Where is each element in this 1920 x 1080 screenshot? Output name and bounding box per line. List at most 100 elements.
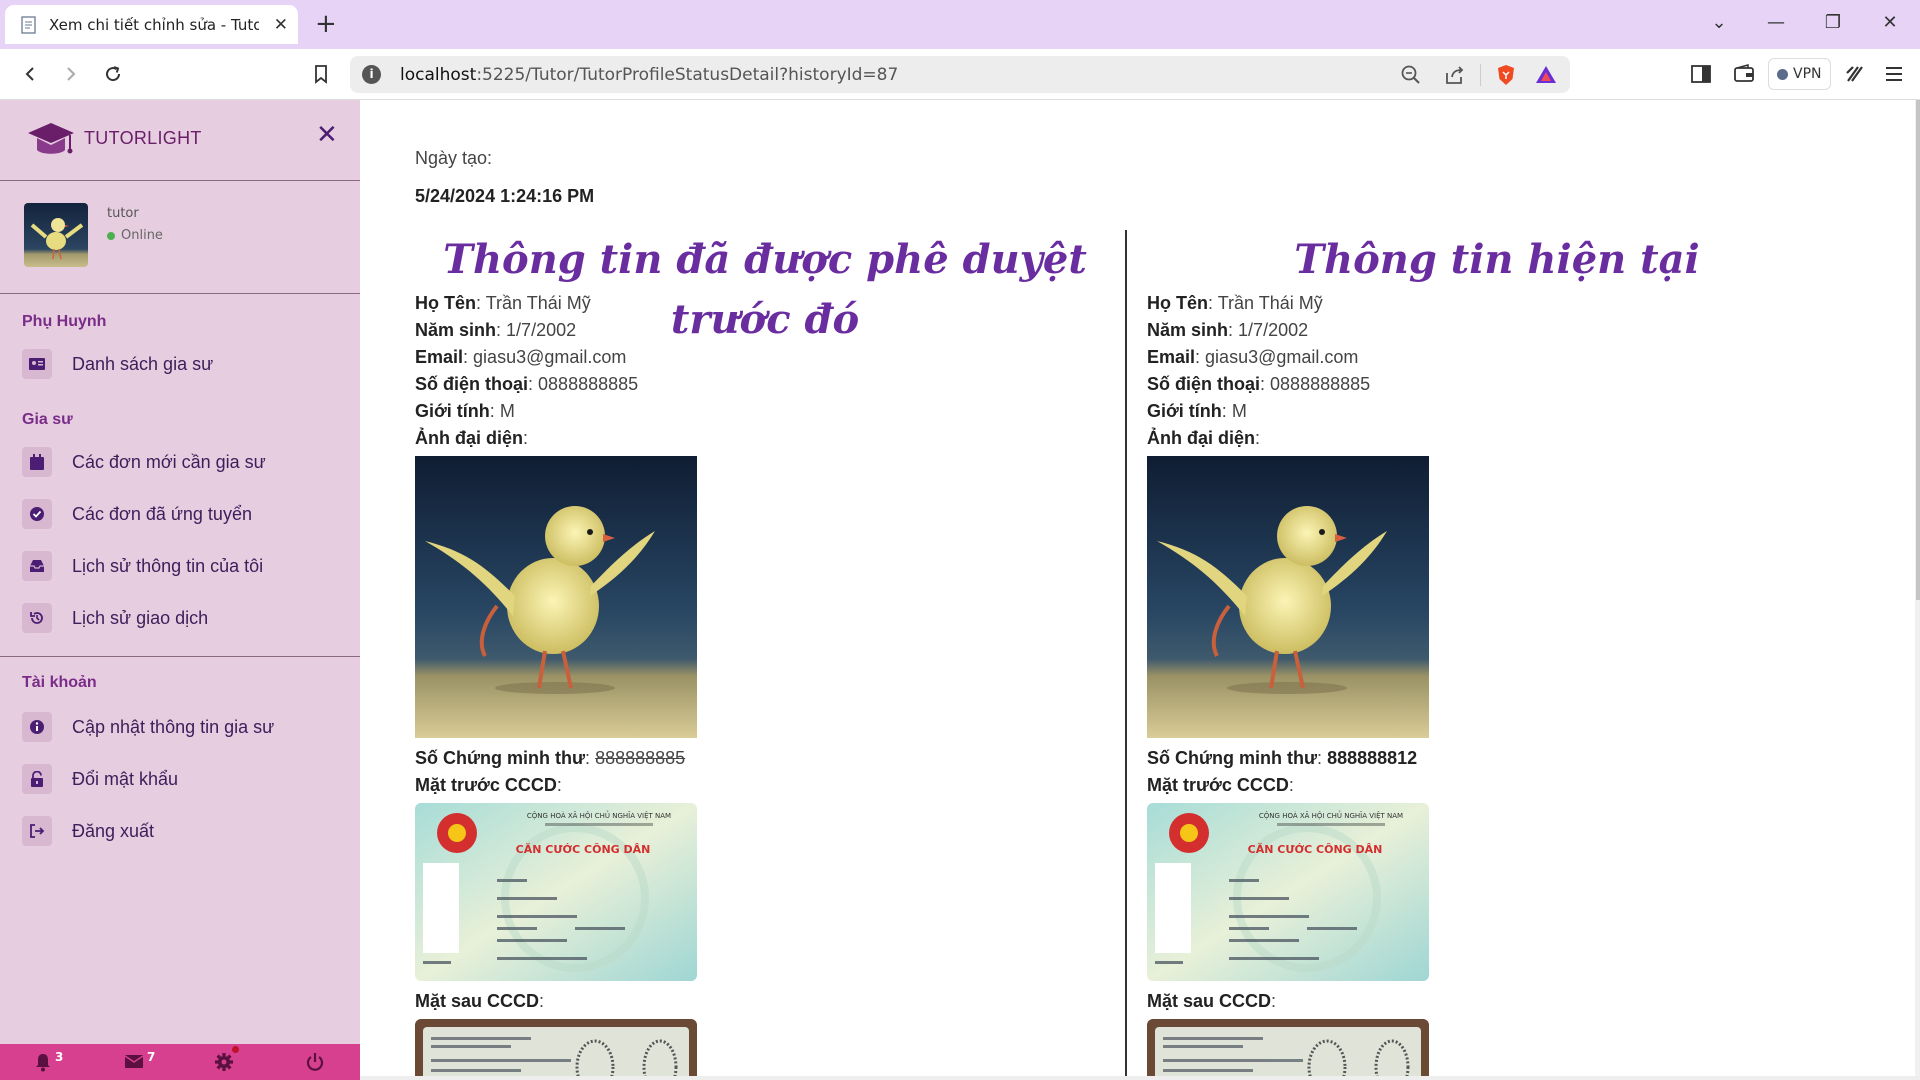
- user-name: tutor: [107, 206, 139, 221]
- sidebar-bottom-bar: 3 7: [0, 1044, 360, 1080]
- phone-value: 0888888885: [538, 374, 639, 394]
- notification-count: 3: [55, 1050, 64, 1064]
- vpn-button[interactable]: VPN: [1768, 58, 1831, 90]
- birth-year-value: 1/7/2002: [506, 320, 577, 340]
- field-id-back: Mặt sau CCCD:: [415, 991, 545, 1011]
- nav-label: Đổi mật khẩu: [72, 768, 179, 789]
- nav-update-profile[interactable]: Cập nhật thông tin gia sư: [22, 709, 342, 745]
- online-dot-icon: [107, 231, 115, 240]
- nav-label: Các đơn mới cần gia sư: [72, 451, 266, 472]
- check-circle-icon: [22, 499, 52, 529]
- power-icon: [306, 1053, 324, 1071]
- leo-ai-icon[interactable]: [1844, 63, 1866, 85]
- current-info-column: Thông tin hiện tại Họ Tên: Trần Thái Mỹ …: [1147, 230, 1847, 1080]
- bookmark-icon[interactable]: [308, 61, 334, 87]
- nav-my-info-history[interactable]: Lịch sử thông tin của tôi: [22, 548, 342, 584]
- previous-info-column: Thông tin đã được phê duyệt trước đó Họ …: [415, 230, 1115, 1080]
- envelope-icon: [124, 1055, 144, 1068]
- sidebar-divider: [0, 656, 360, 657]
- browser-tab-bar: Xem chi tiết chỉnh sửa - TutorLig ✕ + ⌄ …: [0, 0, 1920, 49]
- history-icon: [22, 603, 52, 633]
- browser-toolbar: i localhost:5225/Tutor/TutorProfileStatu…: [0, 49, 1920, 100]
- close-tab-icon[interactable]: ✕: [274, 15, 288, 35]
- chevron-down-icon[interactable]: ⌄: [1707, 12, 1731, 33]
- gender-value: M: [1231, 401, 1247, 421]
- tab-title: Xem chi tiết chỉnh sửa - TutorLig: [49, 15, 259, 34]
- field-avatar: Ảnh đại diện:: [1147, 428, 1261, 448]
- avatar[interactable]: [24, 203, 88, 267]
- field-email: Email: giasu3@gmail.com: [1147, 347, 1359, 367]
- sidebar: TUTORLIGHT ✕ tutor Online Phụ Huynh Danh…: [0, 100, 360, 1080]
- email-value: giasu3@gmail.com: [1205, 347, 1359, 367]
- field-avatar: Ảnh đại diện:: [415, 428, 529, 448]
- reload-icon[interactable]: [100, 61, 126, 87]
- section-account: Tài khoản: [22, 674, 97, 691]
- id-number-value: 888888885: [595, 748, 686, 768]
- card-country-text: CỘNG HOÀ XÃ HỘI CHỦ NGHĨA VIỆT NAM: [527, 810, 671, 820]
- vpn-status-icon: [1777, 68, 1788, 80]
- nav-new-requests[interactable]: Các đơn mới cần gia sư: [22, 444, 342, 480]
- nav-label: Đăng xuất: [72, 820, 155, 841]
- field-gender: Giới tính: M: [1147, 401, 1247, 421]
- avatar-image: [1147, 456, 1429, 738]
- back-icon[interactable]: [17, 61, 43, 87]
- messages-button[interactable]: 7: [124, 1050, 156, 1074]
- nav-applied-requests[interactable]: Các đơn đã ứng tuyển: [22, 496, 342, 532]
- power-button[interactable]: [305, 1052, 325, 1074]
- close-sidebar-icon[interactable]: ✕: [316, 120, 338, 150]
- field-id-front: Mặt trước CCCD:: [415, 775, 562, 795]
- brand-header: TUTORLIGHT ✕: [0, 100, 360, 181]
- nav-label: Các đơn đã ứng tuyển: [72, 503, 252, 524]
- created-date-label: Ngày tạo:: [415, 148, 493, 168]
- settings-alert-dot: [232, 1046, 239, 1053]
- user-status: Online: [107, 228, 163, 243]
- field-birth-year: Năm sinh: 1/7/2002: [1147, 320, 1309, 340]
- close-window-icon[interactable]: ✕: [1878, 12, 1902, 33]
- nav-label: Cập nhật thông tin gia sư: [72, 716, 275, 737]
- user-status-label: Online: [121, 228, 163, 243]
- avatar-image: [415, 456, 697, 738]
- url-host: localhost: [400, 65, 477, 85]
- card-country-text: CỘNG HOÀ XÃ HỘI CHỦ NGHĨA VIỆT NAM: [1259, 810, 1403, 820]
- scrollbar-thumb[interactable]: [1916, 100, 1920, 600]
- share-icon[interactable]: [1444, 64, 1466, 86]
- nav-logout[interactable]: Đăng xuất: [22, 813, 342, 849]
- url-path: :5225/Tutor/TutorProfileStatusDetail?his…: [476, 65, 899, 85]
- section-tutor: Gia sư: [22, 411, 73, 428]
- site-info-icon[interactable]: i: [362, 65, 381, 84]
- field-phone: Số điện thoại: 0888888885: [415, 374, 639, 394]
- address-bar[interactable]: i localhost:5225/Tutor/TutorProfileStatu…: [350, 56, 1570, 93]
- created-date-value: 5/24/2024 1:24:16 PM: [415, 186, 595, 206]
- brave-shield-icon[interactable]: [1495, 64, 1517, 86]
- restore-icon[interactable]: ❐: [1821, 12, 1845, 33]
- id-card-front-image: CỘNG HOÀ XÃ HỘI CHỦ NGHĨA VIỆT NAM CĂN C…: [415, 803, 697, 981]
- id-card-icon: [22, 349, 52, 379]
- browser-tab[interactable]: Xem chi tiết chỉnh sửa - TutorLig ✕: [5, 5, 298, 44]
- wallet-icon[interactable]: [1733, 63, 1755, 85]
- brave-rewards-icon[interactable]: [1535, 64, 1557, 86]
- sidebar-toggle-icon[interactable]: [1690, 63, 1712, 85]
- nav-label: Lịch sử thông tin của tôi: [72, 555, 264, 576]
- nav-tutor-list[interactable]: Danh sách gia sư: [22, 346, 342, 382]
- notifications-button[interactable]: 3: [34, 1050, 64, 1074]
- graduation-cap-icon: [28, 123, 74, 154]
- name-value: Trần Thái Mỹ: [485, 293, 591, 313]
- new-tab-icon[interactable]: +: [315, 10, 337, 38]
- column-divider: [1125, 230, 1127, 1080]
- nav-transaction-history[interactable]: Lịch sử giao dịch: [22, 600, 342, 636]
- section-parent: Phụ Huynh: [22, 313, 107, 330]
- menu-icon[interactable]: [1884, 64, 1904, 84]
- main-content: Ngày tạo: 5/24/2024 1:24:16 PM Thông tin…: [360, 100, 1915, 1080]
- id-card-back-image: [1147, 1019, 1429, 1080]
- settings-button[interactable]: [214, 1046, 239, 1074]
- zoom-icon[interactable]: [1400, 64, 1422, 86]
- field-phone: Số điện thoại: 0888888885: [1147, 374, 1371, 394]
- logout-icon: [22, 816, 52, 846]
- forward-icon[interactable]: [58, 61, 84, 87]
- page-bottom-edge: [360, 1076, 1920, 1080]
- field-id-number: Số Chứng minh thư: 888888812: [1147, 748, 1418, 768]
- minimize-icon[interactable]: —: [1764, 12, 1788, 33]
- message-count: 7: [147, 1050, 156, 1064]
- name-value: Trần Thái Mỹ: [1217, 293, 1323, 313]
- nav-change-password[interactable]: Đổi mật khẩu: [22, 761, 342, 797]
